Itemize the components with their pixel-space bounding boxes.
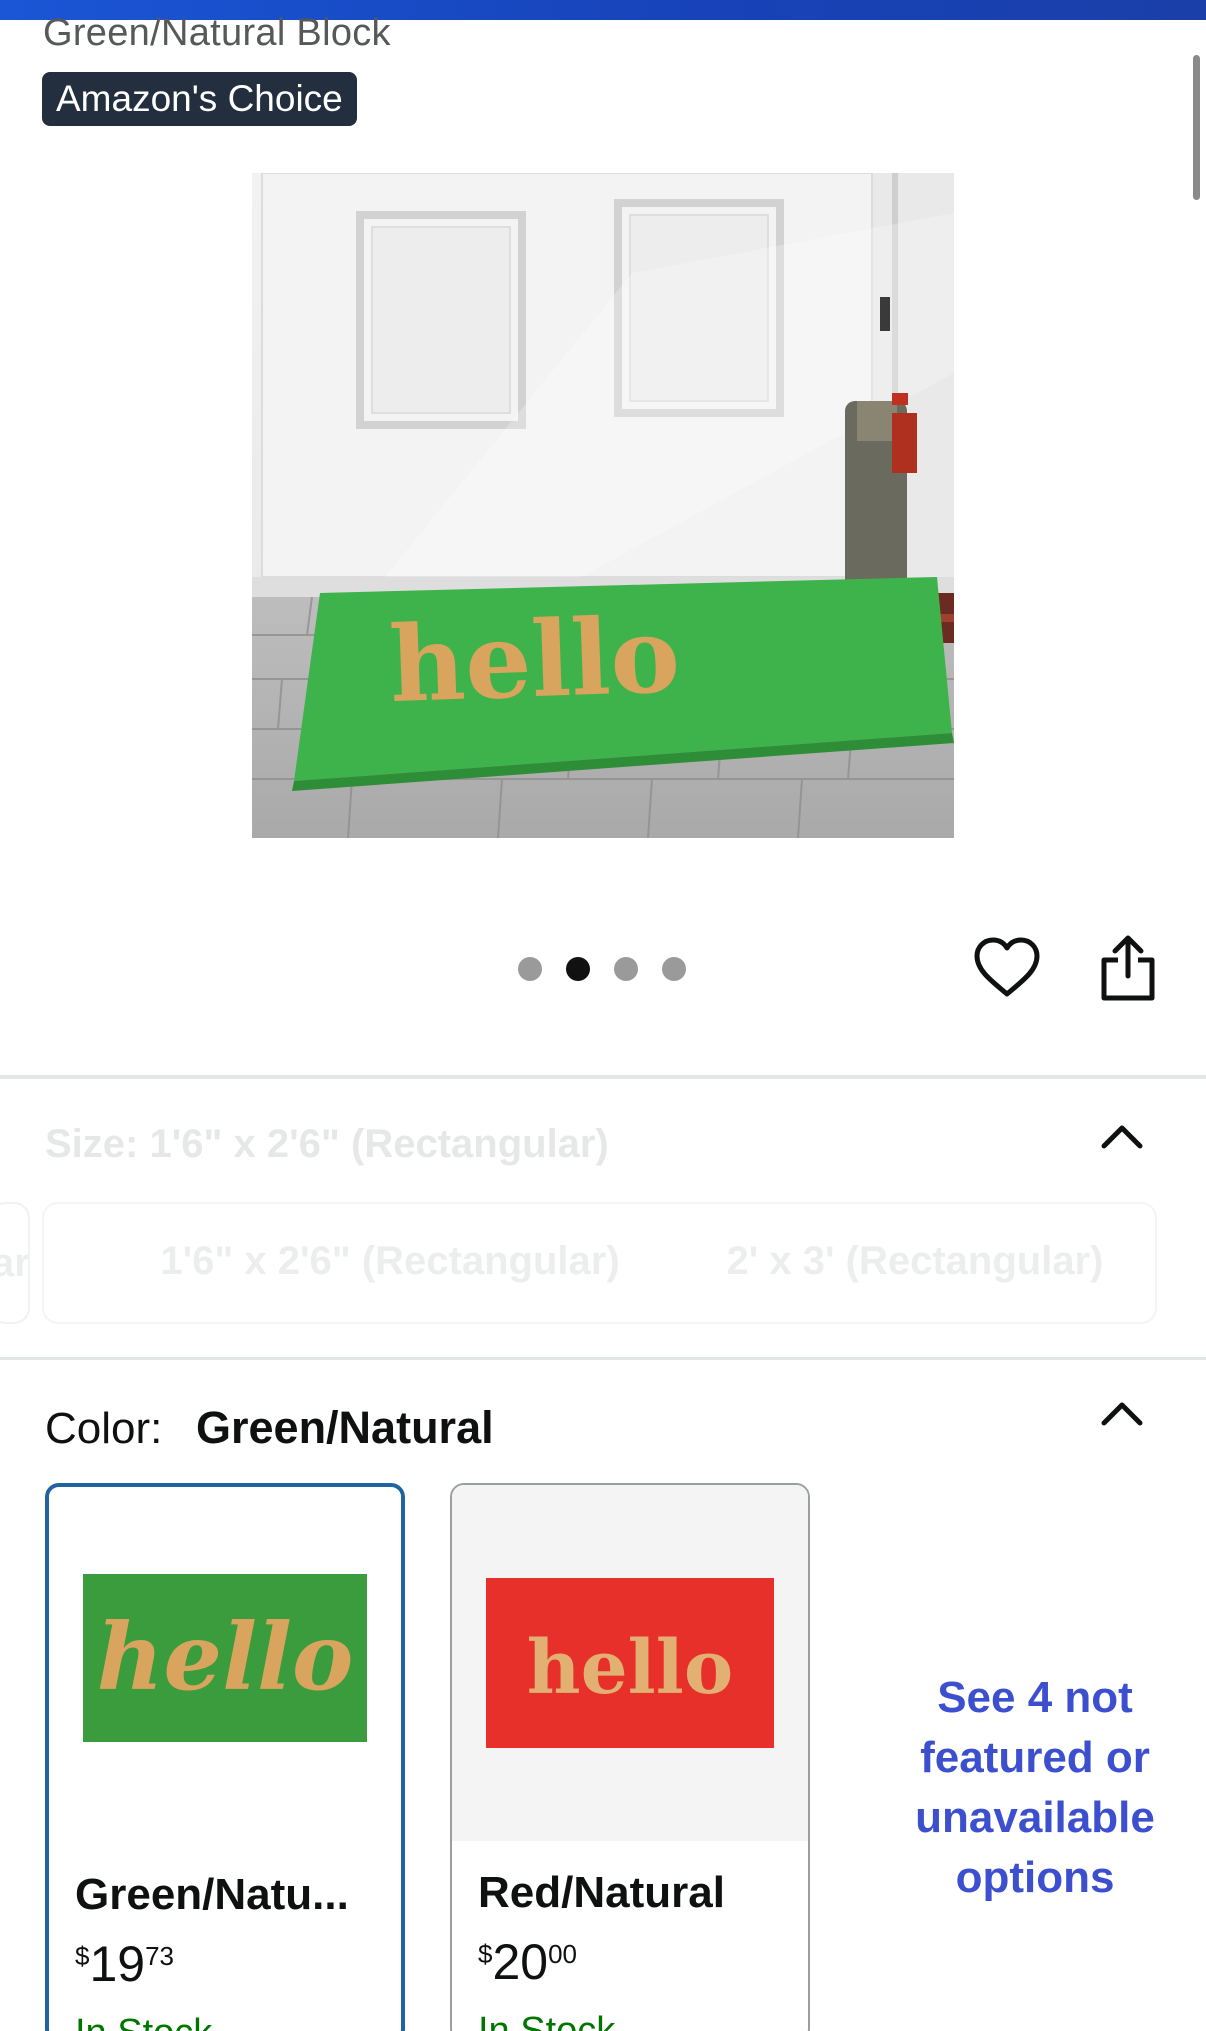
chevron-up-icon[interactable]: [1100, 1399, 1144, 1427]
chevron-up-icon[interactable]: [1100, 1122, 1144, 1150]
color-swatch-green-natural[interactable]: hello Green/Natu... $1973 In Stock: [45, 1483, 405, 2031]
variant-title: Green/Natural Block: [43, 12, 391, 54]
swatch-stock-status: In Stock: [75, 2012, 212, 2031]
heart-icon[interactable]: [973, 937, 1041, 999]
share-icon[interactable]: [1098, 934, 1158, 1002]
svg-text:hello: hello: [97, 1603, 354, 1711]
color-label: Color:: [45, 1404, 163, 1453]
color-selected-value: Green/Natural: [196, 1402, 494, 1453]
carousel-dots: [518, 957, 686, 981]
color-swatch-red-natural[interactable]: hello Red/Natural $2000 In Stock: [450, 1483, 810, 2031]
swatch-name: Green/Natu...: [75, 1870, 349, 1919]
swatch-price: $2000: [478, 1934, 578, 1990]
carousel-dot[interactable]: [662, 957, 686, 981]
carousel-dot[interactable]: [518, 957, 542, 981]
size-option[interactable]: 1'6" x 2'6" (Rectangular): [130, 1202, 650, 1324]
size-option[interactable]: ar: [0, 1202, 30, 1324]
size-section: Size: 1'6" x 2'6" (Rectangular) ar 1'6" …: [0, 1082, 1206, 1357]
scrollbar-thumb[interactable]: [1193, 55, 1200, 200]
swatch-name: Red/Natural: [478, 1868, 725, 1917]
swatch-image: hello: [452, 1485, 808, 1841]
swatch-image: hello: [49, 1489, 401, 1841]
size-label: Size: 1'6" x 2'6" (Rectangular): [45, 1122, 609, 1166]
mat-hello-text: hello: [387, 593, 681, 726]
carousel-dot-active[interactable]: [566, 957, 590, 981]
section-divider: [0, 1075, 1206, 1079]
swatch-stock-status: In Stock: [478, 2010, 616, 2031]
see-more-options-link[interactable]: See 4 not featured or unavailable option…: [880, 1668, 1190, 1908]
amazons-choice-badge: Amazon's Choice: [42, 72, 357, 126]
carousel-dot[interactable]: [614, 957, 638, 981]
size-option[interactable]: 2' x 3' (Rectangular): [690, 1202, 1140, 1324]
product-image[interactable]: hello: [252, 173, 954, 838]
swatch-price: $1973: [75, 1936, 175, 1992]
section-divider: [0, 1357, 1206, 1360]
svg-text:hello: hello: [527, 1625, 733, 1711]
